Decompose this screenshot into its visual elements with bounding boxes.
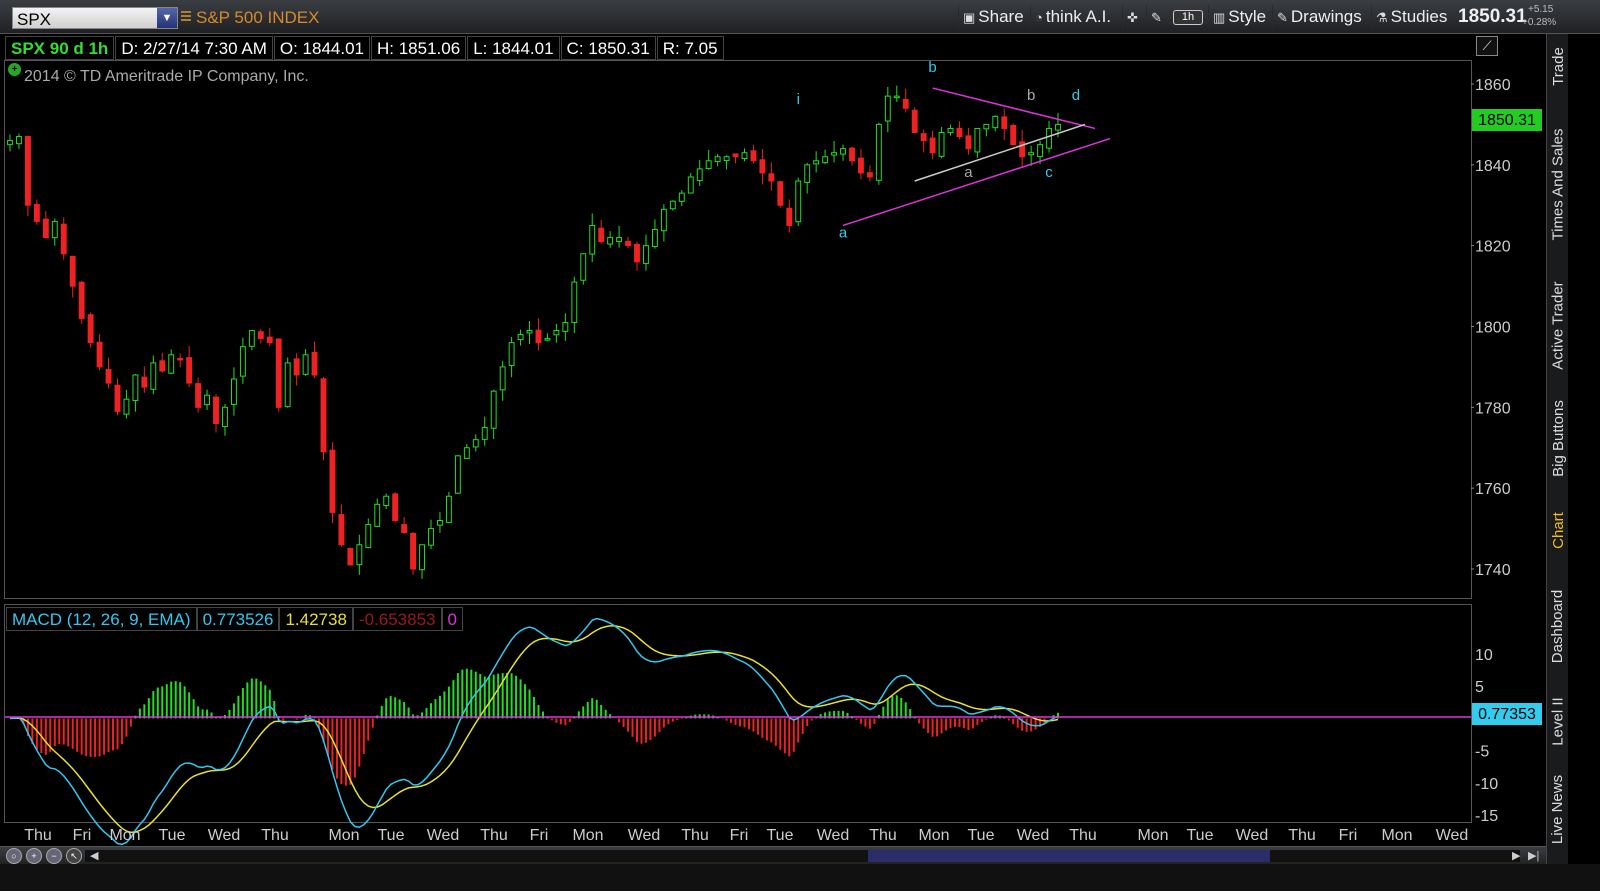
day-label: Wed	[1017, 827, 1050, 844]
macd-badge-text: 0.77353	[1478, 706, 1536, 723]
sidebar-item-big-buttons[interactable]: Big Buttons	[1547, 386, 1569, 490]
day-label: Fri	[530, 827, 549, 844]
right-sidebar: Trade Times And Sales Active Trader Big …	[1546, 34, 1568, 864]
day-label: Thu	[869, 827, 897, 844]
day-label: Tue	[378, 827, 405, 844]
x-axis-day-labels: Thu Fri Mon Tue Wed Thu Mon Tue Wed Thu Fri Mon Wed T…	[24, 827, 1468, 844]
sidebar-item-live-news[interactable]: Live News	[1547, 764, 1569, 854]
day-label: Mon	[328, 827, 359, 844]
sidebar-item-active-trader[interactable]: Active Trader	[1547, 270, 1569, 380]
day-label: Thu	[261, 827, 289, 844]
sidebar-item-trade[interactable]: Trade	[1547, 34, 1569, 98]
day-label: Thu	[681, 827, 709, 844]
zoom-in-icon[interactable]: +	[26, 848, 42, 864]
sidebar-item-chart[interactable]: Chart	[1547, 500, 1569, 560]
macd-lines	[9, 617, 1059, 846]
day-label: Mon	[1381, 827, 1412, 844]
macd-line	[9, 617, 1059, 846]
scroll-end-icon[interactable]: ▶|	[1528, 849, 1539, 862]
day-label: Mon	[572, 827, 603, 844]
macd-tick-label: 5	[1475, 679, 1484, 696]
day-label: Mon	[1137, 827, 1168, 844]
day-label: Wed	[208, 827, 241, 844]
day-label: Tue	[1187, 827, 1214, 844]
macd-legend-avg: 1.42738	[279, 607, 353, 631]
macd-chart[interactable]: 10 5 -5 -10 -15 0.77353 Thu Fri Mon Tue Wed Thu Mo…	[0, 0, 1546, 846]
day-label: Fri	[730, 827, 749, 844]
sidebar-item-dashboard[interactable]: Dashboard	[1547, 574, 1569, 678]
bottom-toolbar: ○ + − ↖ ◀ ▶ ▶|	[0, 846, 1546, 864]
macd-legend: MACD (12, 26, 9, EMA) 0.773526 1.42738 -…	[6, 607, 463, 631]
day-label: Tue	[968, 827, 995, 844]
day-label: Fri	[73, 827, 92, 844]
macd-tick-label: -5	[1475, 744, 1489, 761]
scrollbar-thumb[interactable]	[868, 850, 1270, 862]
day-label: Thu	[24, 827, 52, 844]
macd-histogram	[13, 668, 1059, 786]
macd-legend-value: 0.773526	[196, 607, 280, 631]
macd-tick-label: -15	[1475, 808, 1498, 825]
day-label: Thu	[1288, 827, 1316, 844]
sidebar-item-times-and-sales[interactable]: Times And Sales	[1547, 104, 1569, 264]
day-label: Wed	[1436, 827, 1469, 844]
macd-tick-label: -10	[1475, 776, 1498, 793]
day-label: Wed	[427, 827, 460, 844]
day-label: Tue	[159, 827, 186, 844]
signal-line	[9, 625, 1059, 834]
day-label: Tue	[767, 827, 794, 844]
day-label: Mon	[918, 827, 949, 844]
scroll-left-icon[interactable]: ◀	[90, 849, 98, 862]
scroll-right-icon[interactable]: ▶	[1512, 849, 1520, 862]
day-label: Fri	[1339, 827, 1358, 844]
macd-axis: 10 5 -5 -10 -15	[1475, 647, 1498, 825]
day-label: Wed	[817, 827, 850, 844]
scrollbar-track[interactable]	[85, 850, 1520, 862]
macd-tick-label: 10	[1475, 647, 1493, 664]
day-label: Mon	[109, 827, 140, 844]
day-label: Thu	[480, 827, 508, 844]
zoom-out-icon[interactable]: −	[46, 848, 62, 864]
status-bar	[0, 864, 1600, 891]
sidebar-item-level-ii[interactable]: Level II	[1547, 686, 1569, 756]
cursor-icon[interactable]: ↖	[66, 848, 82, 864]
macd-legend-label[interactable]: MACD (12, 26, 9, EMA)	[6, 607, 197, 631]
zoom-reset-icon[interactable]: ○	[6, 848, 22, 864]
day-label: Thu	[1069, 827, 1097, 844]
day-label: Wed	[1236, 827, 1269, 844]
macd-legend-diff: -0.653853	[352, 607, 442, 631]
day-label: Wed	[628, 827, 661, 844]
macd-legend-zero: 0	[441, 607, 463, 631]
